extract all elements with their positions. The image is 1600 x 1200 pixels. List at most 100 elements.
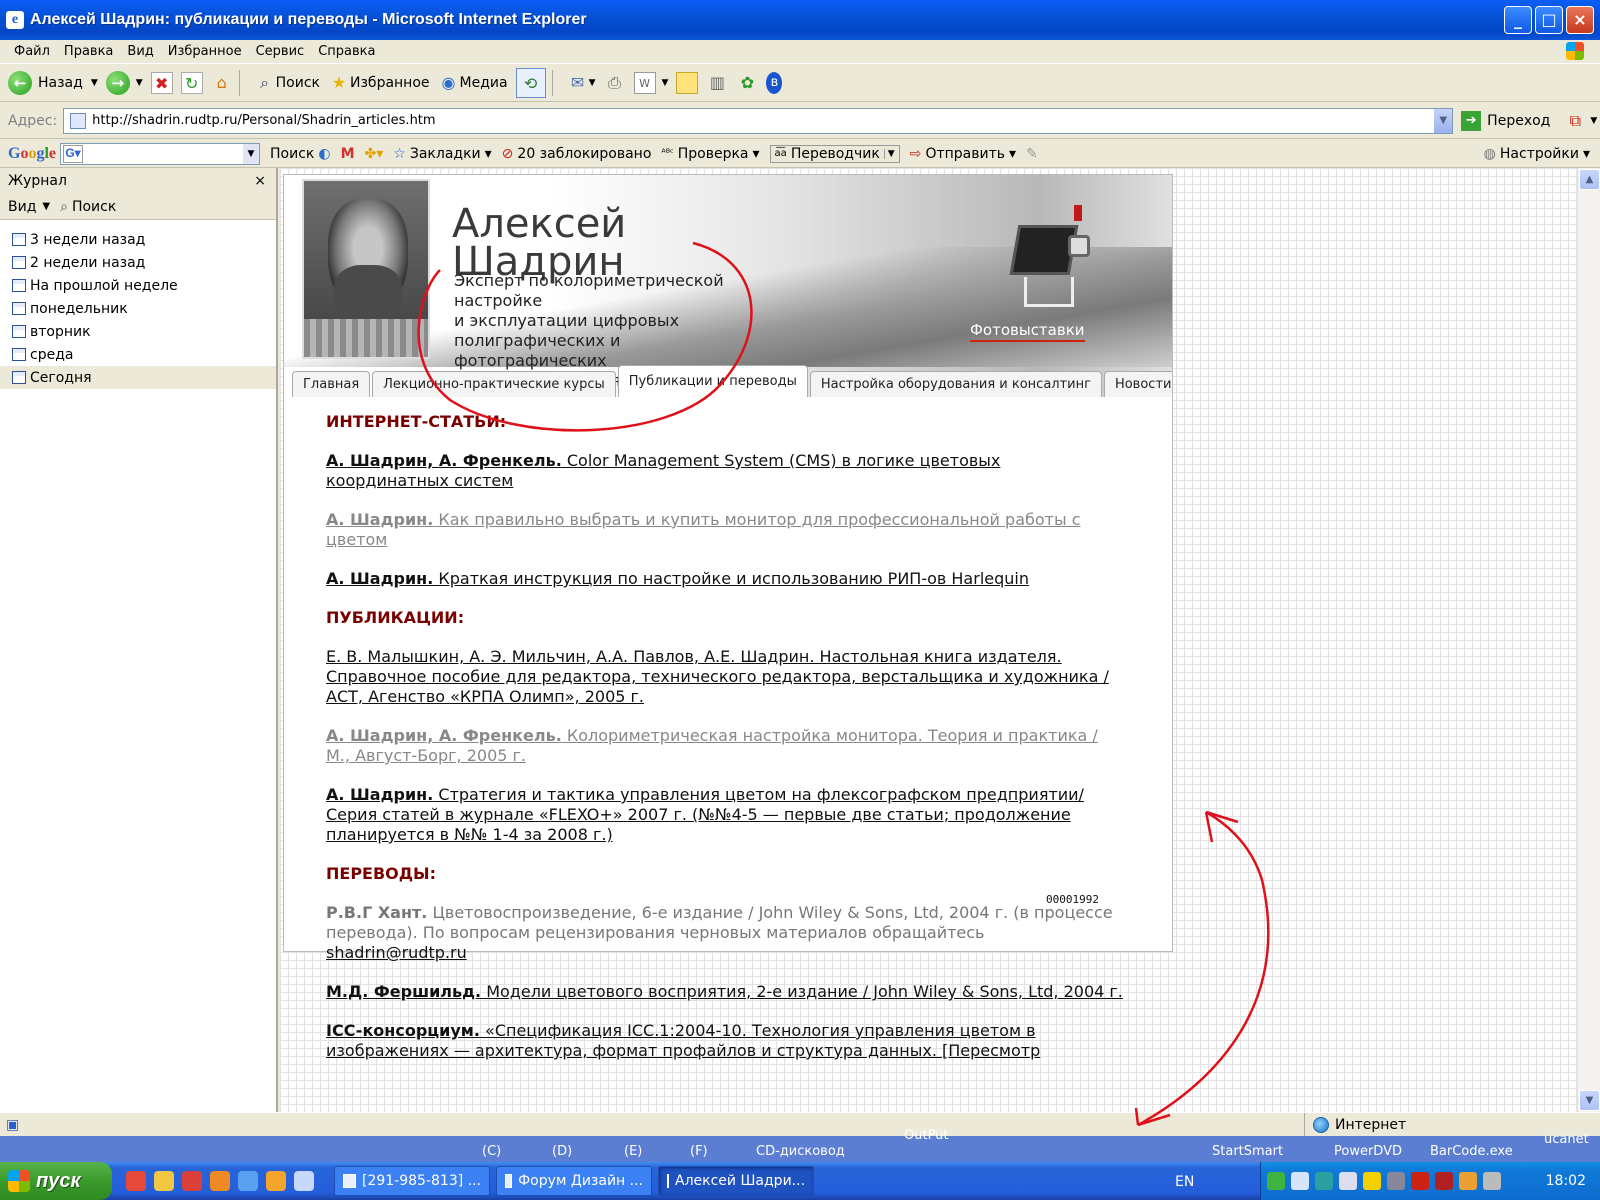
tray-icon[interactable] xyxy=(1339,1172,1357,1190)
scroll-up-icon[interactable]: ▲ xyxy=(1579,169,1600,190)
ati-icon[interactable] xyxy=(1435,1172,1453,1190)
address-dropdown[interactable]: ▼ xyxy=(1434,108,1453,133)
menu-edit[interactable]: Правка xyxy=(64,44,113,59)
minimize-button[interactable]: _ xyxy=(1504,6,1532,34)
article-link[interactable]: Е. В. Малышкин, А. Э. Мильчин, А.А. Павл… xyxy=(326,647,1126,707)
address-input[interactable]: http://shadrin.rudtp.ru/Personal/Shadrin… xyxy=(63,107,1454,134)
home-icon[interactable]: ⌂ xyxy=(211,72,233,94)
volume-icon[interactable] xyxy=(1483,1172,1501,1190)
back-button[interactable]: ← Назад ▼ xyxy=(8,67,98,99)
bookmarks-button[interactable]: ☆ Закладки ▾ xyxy=(393,146,491,162)
article-link[interactable]: А. Шадрин. Краткая инструкция по настрой… xyxy=(326,569,1126,589)
settings-button[interactable]: ◍ Настройки ▾ xyxy=(1484,146,1590,162)
send-button[interactable]: ⇨ Отправить ▾ xyxy=(910,146,1016,162)
photo-exhibitions-link[interactable]: Фотовыставки xyxy=(970,321,1085,342)
history-item-label: На прошлой неделе xyxy=(30,277,178,294)
clock[interactable]: 18:02 xyxy=(1546,1173,1586,1189)
tray-icon[interactable] xyxy=(1267,1172,1285,1190)
network-icon[interactable] xyxy=(1291,1172,1309,1190)
mail-icon[interactable]: ✉ xyxy=(567,72,589,94)
app-icon[interactable] xyxy=(182,1171,202,1191)
ie-icon[interactable] xyxy=(238,1171,258,1191)
stop-icon[interactable]: ✖ xyxy=(150,71,173,94)
scroll-down-icon[interactable]: ▼ xyxy=(1579,1090,1600,1111)
app-icon[interactable] xyxy=(210,1171,230,1191)
menu-view[interactable]: Вид xyxy=(127,44,153,59)
site-tab[interactable]: Настройка оборудования и консалтинг xyxy=(809,371,1102,397)
google-search-button[interactable]: Поиск ◐ xyxy=(270,146,331,162)
menu-file[interactable]: Файл xyxy=(14,44,50,59)
gmail-icon[interactable]: M xyxy=(341,146,355,162)
edit-icon[interactable]: W xyxy=(633,71,656,94)
language-indicator[interactable]: EN xyxy=(1175,1174,1194,1190)
history-item[interactable]: 3 недели назад xyxy=(0,228,276,251)
print-icon[interactable]: ⎙ xyxy=(604,72,626,94)
menu-help[interactable]: Справка xyxy=(318,44,375,59)
translation-entry[interactable]: М.Д. Фершильд. Модели цветового восприят… xyxy=(326,982,1126,1002)
warning-icon[interactable] xyxy=(1363,1172,1381,1190)
article-link[interactable]: А. Шадрин, А. Френкель. Color Management… xyxy=(326,451,1126,491)
puzzle-icon[interactable]: ✤▾ xyxy=(365,146,384,162)
tray-icon[interactable] xyxy=(1315,1172,1333,1190)
spellcheck-button[interactable]: ᴬᴮᶜ Проверка ▾ xyxy=(661,146,759,162)
site-tab[interactable]: Новости xyxy=(1103,371,1172,397)
pdf-icon[interactable]: ⧉ xyxy=(1564,110,1586,132)
google-dropdown[interactable]: ▼ xyxy=(243,143,260,164)
history-item[interactable]: вторник xyxy=(0,320,276,343)
email-link[interactable]: shadrin@rudtp.ru xyxy=(326,943,467,962)
research-icon[interactable]: ▥ xyxy=(706,72,728,94)
article-link[interactable]: А. Шадрин, А. Френкель. Колориметрическа… xyxy=(326,726,1126,766)
refresh-icon[interactable]: ↻ xyxy=(180,71,203,94)
close-panel-icon[interactable]: × xyxy=(254,173,266,189)
app-icon[interactable] xyxy=(126,1171,146,1191)
history-item[interactable]: понедельник xyxy=(0,297,276,320)
site-tab[interactable]: Лекционно-практические курсы xyxy=(372,371,616,397)
block-icon: ⊘ xyxy=(501,145,514,162)
article-link[interactable]: А. Шадрин. Как правильно выбрать и купит… xyxy=(326,510,1126,550)
maximize-button[interactable]: □ xyxy=(1535,6,1563,34)
forward-button[interactable]: → ▼ xyxy=(105,67,143,99)
tray-icon[interactable] xyxy=(1387,1172,1405,1190)
site-tab[interactable]: Главная xyxy=(292,371,371,397)
history-item[interactable]: 2 недели назад xyxy=(0,251,276,274)
abc-icon: ᴬᴮᶜ xyxy=(661,148,674,159)
close-button[interactable]: × xyxy=(1566,6,1594,34)
history-item[interactable]: среда xyxy=(0,343,276,366)
pen-icon[interactable]: ✎ xyxy=(1026,146,1038,162)
menu-favorites[interactable]: Избранное xyxy=(168,44,242,59)
taskbar-task[interactable]: Форум Дизайн ... xyxy=(496,1166,652,1196)
favorites-button[interactable]: ★ Избранное xyxy=(328,67,430,99)
article-link[interactable]: А. Шадрин. Стратегия и тактика управлени… xyxy=(326,785,1126,845)
media-player-icon[interactable] xyxy=(266,1171,286,1191)
history-search-button[interactable]: Поиск xyxy=(72,199,116,215)
media-button[interactable]: ◉ Медиа xyxy=(438,67,508,99)
translator-button[interactable]: a͞a Переводчик ▼ xyxy=(769,144,900,163)
translation-entry[interactable]: ICC-консорциум. «Спецификация ICC.1:2004… xyxy=(326,1021,1126,1061)
app-icon[interactable] xyxy=(154,1171,174,1191)
search-button[interactable]: ⌕ Поиск xyxy=(254,67,320,99)
tray-icon[interactable] xyxy=(1459,1172,1477,1190)
go-button[interactable]: ➔ Переход xyxy=(1461,110,1550,131)
taskbar-task[interactable]: [291-985-813] ... xyxy=(334,1166,490,1196)
bluetooth-icon[interactable] xyxy=(1411,1172,1429,1190)
title-bar[interactable]: e Алексей Шадрин: публикации и переводы … xyxy=(0,0,1600,40)
chevron-down-icon[interactable]: ▼ xyxy=(136,78,143,88)
ie-window: e Алексей Шадрин: публикации и переводы … xyxy=(0,0,1600,1162)
history-item[interactable]: На прошлой неделе xyxy=(0,274,276,297)
site-tab[interactable]: Публикации и переводы xyxy=(617,365,808,397)
history-icon[interactable]: ⟲ xyxy=(515,67,546,98)
vertical-scrollbar[interactable]: ▲ ▼ xyxy=(1577,168,1600,1112)
messenger-icon[interactable]: ✿ xyxy=(736,72,758,94)
desktop-icon[interactable] xyxy=(294,1171,314,1191)
menu-tools[interactable]: Сервис xyxy=(256,44,305,59)
bluetooth-icon[interactable]: ʙ xyxy=(766,71,783,94)
chevron-down-icon[interactable]: ▼ xyxy=(42,201,50,212)
google-search-input[interactable]: G▾ ▼ xyxy=(60,142,261,165)
popup-blocked[interactable]: ⊘ 20 заблокировано xyxy=(502,146,652,162)
taskbar-task[interactable]: Алексей Шадри... xyxy=(658,1166,814,1196)
start-button[interactable]: пуск xyxy=(0,1162,112,1200)
chevron-down-icon[interactable]: ▼ xyxy=(91,78,98,88)
notes-icon[interactable] xyxy=(676,71,699,94)
view-button[interactable]: Вид xyxy=(8,199,36,215)
history-item[interactable]: Сегодня xyxy=(0,366,276,389)
